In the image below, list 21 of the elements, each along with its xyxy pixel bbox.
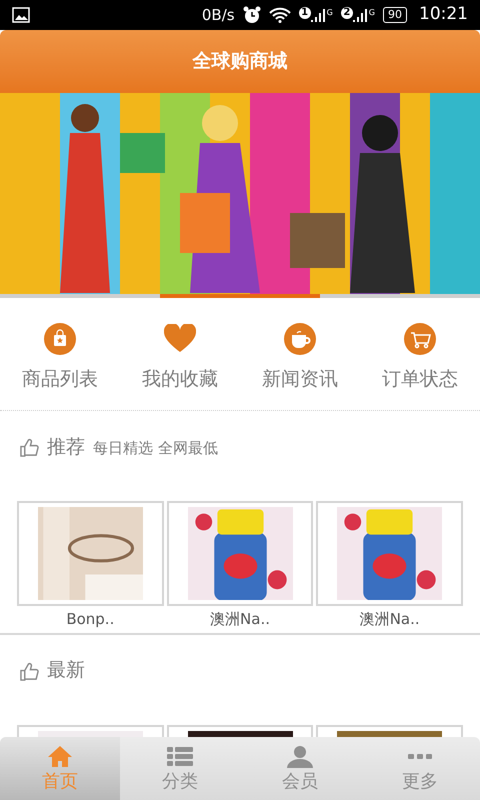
tab[interactable]: 更多: [360, 737, 480, 800]
section-title: 最新: [47, 658, 85, 683]
tab[interactable]: 会员: [240, 737, 360, 800]
network-type: G: [368, 7, 375, 19]
product-name: 澳洲Na..: [210, 609, 270, 630]
product-name: Bonp..: [66, 609, 114, 630]
sim-slot: 2: [340, 7, 353, 19]
shortcut-button[interactable]: 商品列表: [0, 322, 120, 394]
app-title: 全球购商城: [192, 49, 288, 74]
shortcut-button[interactable]: 我的收藏: [120, 322, 240, 394]
section-subtitle: 每日精选 全网最低: [93, 438, 218, 458]
clock: 10:21: [419, 3, 468, 26]
network-speed: 0B/s: [202, 4, 235, 26]
section-title: 推荐: [47, 434, 85, 460]
battery-level: 90: [383, 7, 407, 23]
sim-slot: 1: [298, 7, 311, 19]
tab[interactable]: 分类: [120, 737, 240, 800]
product-name: 澳洲Na..: [360, 609, 420, 630]
network-type: G: [326, 7, 333, 19]
shortcut-button[interactable]: 新闻资讯: [240, 322, 360, 394]
shortcut-button[interactable]: 订单状态: [360, 322, 480, 394]
